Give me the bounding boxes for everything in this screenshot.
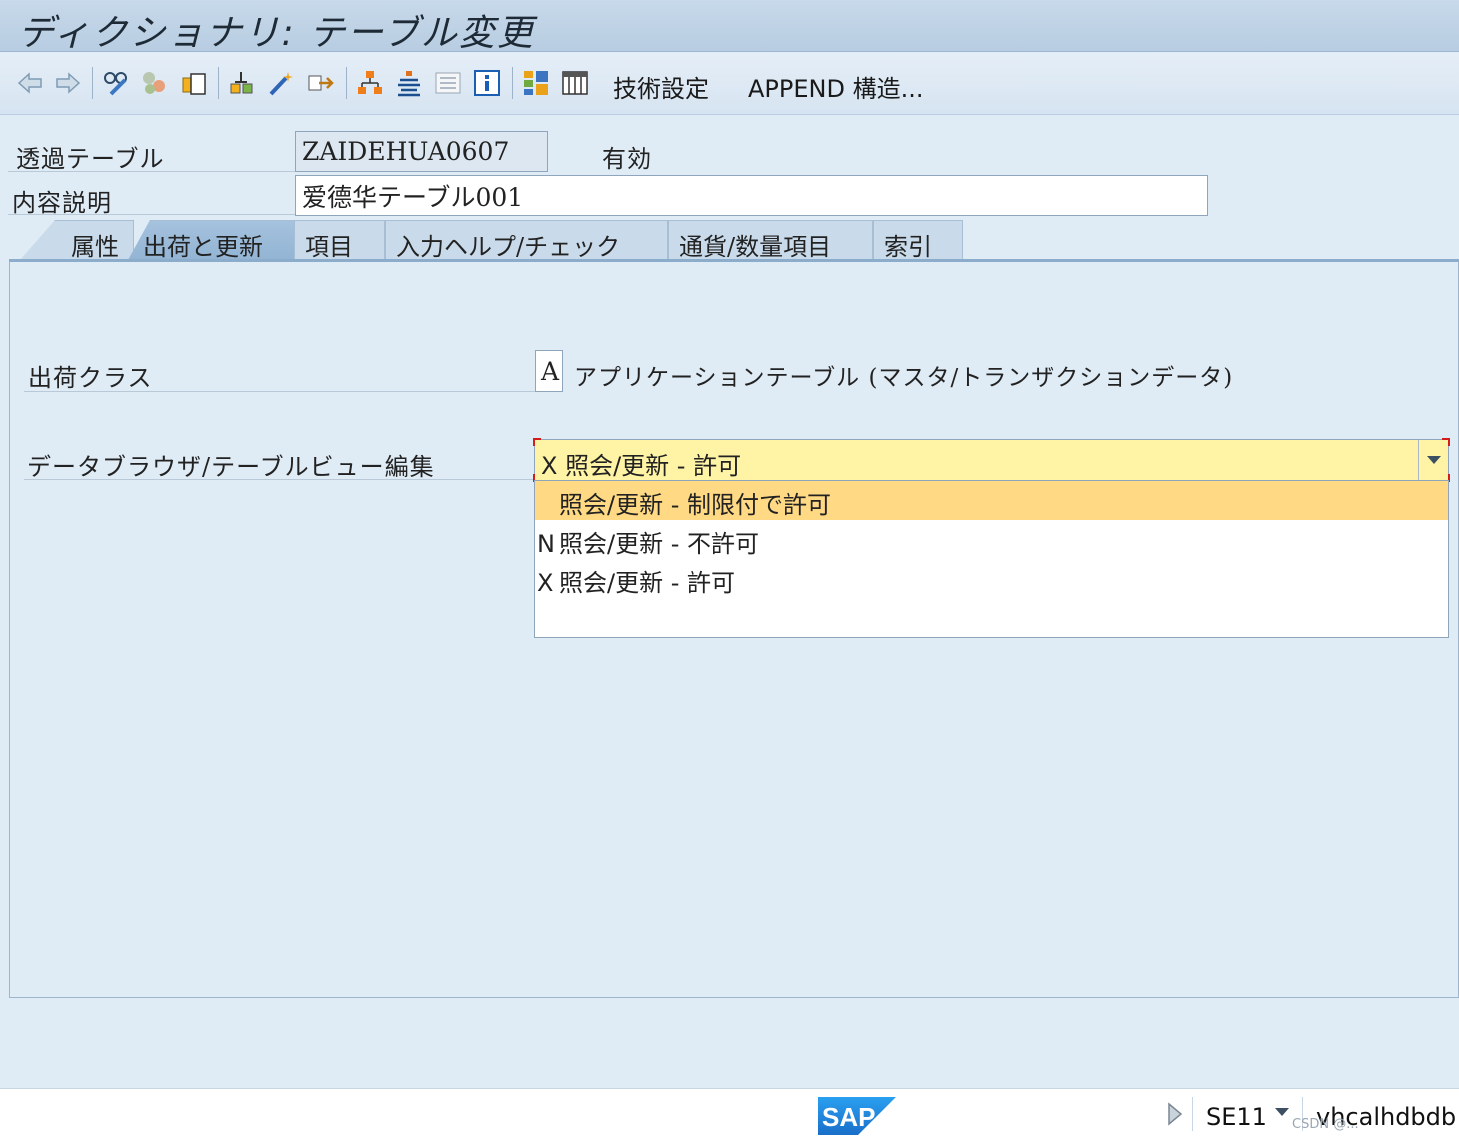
tab-indexes[interactable]: 索引 [873,220,963,261]
delivery-class-input[interactable]: A [535,350,563,392]
back-arrow-icon[interactable] [14,67,46,99]
tab-currency-quantity[interactable]: 通貨/数量項目 [668,220,873,261]
data-browser-selected-value: X 照会/更新 - 許可 [541,452,742,480]
delivery-class-label: 出荷クラス [28,364,153,392]
org-structure-icon[interactable] [354,67,386,99]
application-toolbar: 技術設定 APPEND 構造... [0,53,1459,115]
table-grid-icon[interactable] [559,67,591,99]
chevron-down-icon[interactable] [1274,1107,1290,1117]
table-name-field: ZAIDEHUA0607 [295,131,548,172]
tab-indexes-label: 索引 [884,233,932,261]
layout-blocks-icon[interactable] [520,67,552,99]
title-bar: ディクショナリ: テーブル変更 [0,0,1459,54]
data-browser-select[interactable]: X 照会/更新 - 許可 [534,439,1449,481]
status-bar: SAP SE11 vhcalhdbdb CSDN @... [0,1088,1459,1139]
align-center-icon[interactable] [393,67,425,99]
tab-input-help-check-label: 入力ヘルプ/チェック [396,233,621,261]
hierarchy-icon[interactable] [226,67,258,99]
option-key: X [537,569,554,597]
append-structure-button[interactable]: APPEND 構造... [748,69,923,104]
transparent-table-label: 透過テーブル [16,145,165,173]
forward-arrow-icon[interactable] [52,67,84,99]
display-change-icon[interactable] [100,67,132,99]
data-browser-label: データブラウザ/テーブルビュー編集 [27,453,435,481]
option-text: 照会/更新 - 制限付で許可 [559,491,832,519]
option-not-allowed[interactable]: N 照会/更新 - 不許可 [535,520,1448,559]
where-used-icon[interactable] [304,67,336,99]
info-icon[interactable] [471,67,503,99]
data-browser-options-list: 照会/更新 - 制限付で許可 N 照会/更新 - 不許可 X 照会/更新 - 許可 [534,480,1449,638]
sap-logo: SAP [818,1097,896,1135]
option-key: N [537,530,555,558]
delivery-class-description: アプリケーションテーブル (マスタ/トランザクションデータ) [574,365,1234,391]
transaction-code: SE11 [1206,1103,1267,1131]
play-arrow-icon[interactable] [1166,1102,1184,1126]
status-text: 有効 [602,145,652,173]
copy-object-icon[interactable] [178,67,210,99]
option-allowed[interactable]: X 照会/更新 - 許可 [535,559,1448,598]
window-title: ディクショナリ: テーブル変更 [18,13,535,54]
tab-input-help-check[interactable]: 入力ヘルプ/チェック [385,220,668,261]
tab-fields[interactable]: 項目 [294,220,385,261]
description-input[interactable]: 爱德华テーブル001 [295,175,1208,216]
delivery-class-value: A [541,356,560,386]
watermark-text: CSDN @... [1292,1117,1359,1132]
tab-delivery-maintenance-label: 出荷と更新 [143,233,263,261]
description-value: 爱德华テーブル001 [302,182,524,212]
tech-settings-button[interactable]: 技術設定 [613,69,709,104]
activate-icon[interactable] [138,67,170,99]
list-view-icon[interactable] [432,67,464,99]
table-name-value: ZAIDEHUA0607 [302,137,510,166]
option-text: 照会/更新 - 不許可 [559,530,760,558]
svg-text:SAP: SAP [822,1102,875,1132]
tab-attributes[interactable]: 属性 [20,220,134,260]
option-text: 照会/更新 - 許可 [559,569,736,597]
tab-attributes-label: 属性 [71,233,119,261]
option-restricted[interactable]: 照会/更新 - 制限付で許可 [535,481,1448,520]
tab-strip: 属性 出荷と更新 項目 入力ヘルプ/チェック 通貨/数量項目 索引 [10,220,1459,261]
description-label: 内容説明 [12,189,112,217]
tab-fields-label: 項目 [305,233,353,261]
tab-currency-quantity-label: 通貨/数量項目 [679,233,832,261]
magic-wand-icon[interactable] [265,67,297,99]
tab-delivery-maintenance[interactable]: 出荷と更新 [128,220,303,260]
